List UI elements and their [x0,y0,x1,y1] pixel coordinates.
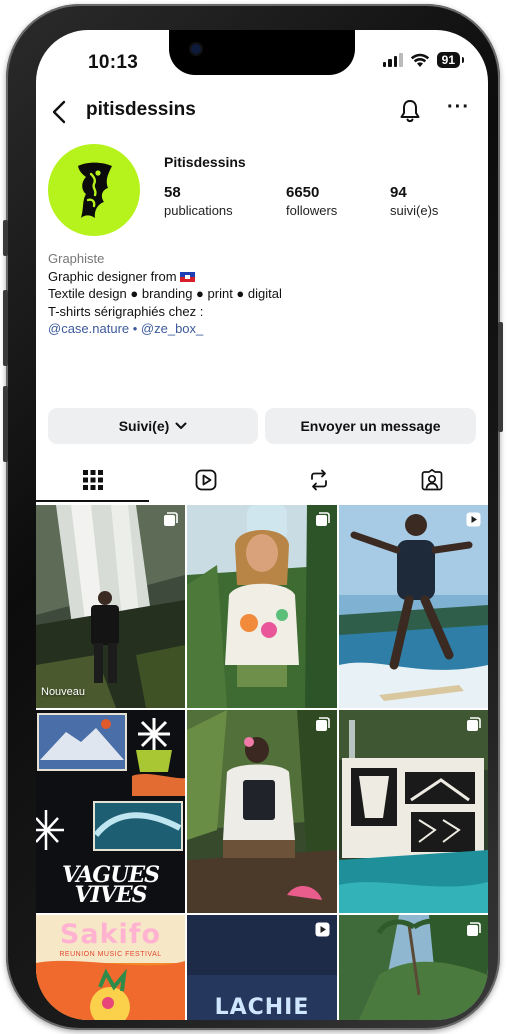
reel-icon [315,922,330,937]
post-lettering-vagues: VAGUES VIVES [61,862,160,908]
post-sakifo-poster[interactable]: Sakifo REUNION MUSIC FESTIVAL [36,915,185,1020]
following-button[interactable]: Suivi(e) [48,408,258,444]
post-image [187,710,337,913]
post-waterfall-hiker[interactable]: Nouveau [36,505,185,708]
dynamic-island [169,30,355,75]
signal-icon [382,53,403,67]
tab-reels[interactable] [149,458,262,502]
bio-link-ze-box[interactable]: @ze_box_ [141,321,203,336]
battery-indicator: 91 [436,52,465,68]
post-image [339,710,488,913]
carousel-icon [316,512,330,526]
bio-line-1-text: Graphic designer from [48,268,177,284]
power-button [498,322,503,432]
post-woman-smiling[interactable] [187,505,337,708]
message-button[interactable]: Envoyer un message [265,408,476,444]
volume-up-button [3,290,8,366]
chevron-down-icon [175,422,187,429]
tagged-person-icon [421,469,442,491]
post-lachie-poster[interactable]: LACHIE [187,915,337,1020]
carousel-icon [316,717,330,731]
stat-following[interactable]: 94 suivi(e)s [390,184,438,218]
front-camera [191,44,201,54]
posts-grid: Nouveau VAGUES VIVES Sakifo REUNION MUSI… [36,505,488,1020]
stat-value: 6650 [286,184,320,201]
back-chevron-icon[interactable] [52,96,66,130]
tab-tagged[interactable] [375,458,488,502]
volume-down-button [3,386,8,462]
carousel-icon [164,512,178,526]
carousel-icon [467,717,481,731]
post-caption-new: Nouveau [41,686,86,698]
avatar-drawing-icon [78,162,112,218]
avatar[interactable] [48,144,140,236]
message-button-label: Envoyer un message [300,418,441,434]
flag-icon [180,271,196,282]
stat-value: 94 [390,184,407,201]
wifi-icon [410,53,429,67]
poster-subtitle: REUNION MUSIC FESTIVAL [59,951,162,958]
profile-tabs [36,458,488,502]
grid-icon [82,470,103,490]
reels-play-icon [195,469,216,491]
bio-category: Graphiste [48,251,105,266]
stat-followers[interactable]: 6650 followers [286,184,337,218]
header-username: pitisdessins [86,99,196,120]
bio-line-2: Textile design ● branding ● print ● digi… [48,286,282,301]
stat-label: suivi(e)s [390,203,439,218]
bio-link-case-nature[interactable]: @case.nature [48,321,129,336]
following-button-label: Suivi(e) [118,418,170,434]
post-illustrations[interactable]: VAGUES VIVES [36,710,185,913]
post-surfer[interactable] [339,505,488,708]
active-tab-indicator [36,500,149,502]
stat-publications[interactable]: 58 publications [164,184,233,218]
bio-links: @case.nature • @ze_box_ [48,320,468,338]
post-image [339,505,488,708]
profile-header: pitisdessins ··· [36,96,488,130]
screen: 10:13 91 pitisdessins ··· Pitisdessins 5… [36,30,488,1020]
bio-line-1: Graphic designer from [48,268,468,286]
bio: Graphiste Graphic designer from Textile … [48,250,468,338]
tab-grid[interactable] [36,458,149,502]
reel-icon [466,512,481,527]
bio-line-3: T-shirts sérigraphiés chez : [48,303,204,319]
more-options-icon[interactable]: ··· [447,96,470,119]
carousel-icon [467,922,481,936]
repost-icon [310,469,327,491]
post-image [187,505,337,708]
status-time: 10:13 [88,52,139,73]
post-print-at-pool[interactable] [339,710,488,913]
bell-icon[interactable] [398,98,422,124]
post-image [36,505,185,708]
bio-link-separator: • [129,321,141,336]
stat-label: publications [164,203,233,218]
stat-label: followers [286,203,338,218]
post-palm-trees[interactable] [339,915,488,1020]
mute-switch [3,220,8,256]
display-name: Pitisdessins [164,154,246,170]
post-woman-back[interactable] [187,710,337,913]
poster-title-lachie: LACHIE [214,995,310,1020]
stat-value: 58 [164,184,181,201]
poster-title-sakifo: Sakifo [59,919,162,950]
tab-reposts[interactable] [262,458,375,502]
status-icons: 91 [382,52,465,68]
